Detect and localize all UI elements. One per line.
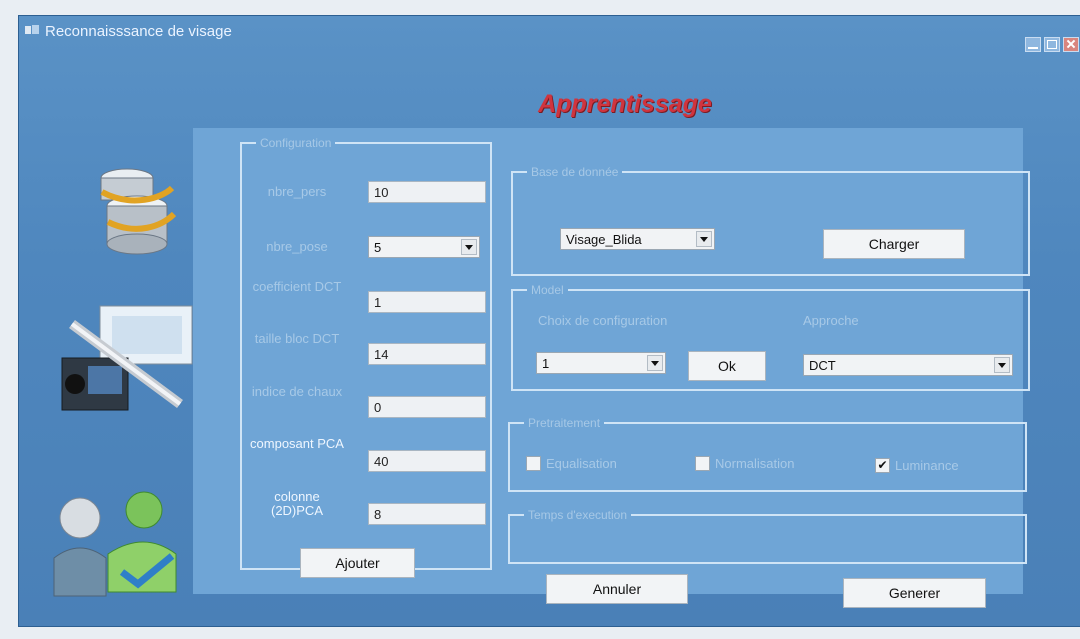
config-label: indice de chaux	[251, 384, 343, 399]
approach-label: Approche	[803, 313, 859, 328]
title-bar: Reconnaisssance de visage	[19, 16, 1080, 52]
nbre-pose-value: 5	[374, 240, 382, 255]
approach-dropdown[interactable]: DCT	[803, 354, 1013, 376]
luminance-label: Luminance	[895, 458, 959, 473]
database-group: Base de donnée	[511, 165, 1030, 276]
nbre-pose-dropdown[interactable]: 5	[368, 236, 480, 258]
config-choice-dropdown[interactable]: 1	[536, 352, 666, 374]
page-heading: Apprentissage	[538, 90, 712, 118]
minimize-button[interactable]	[1025, 37, 1041, 52]
ajouter-button[interactable]: Ajouter	[300, 548, 415, 578]
window-title: Reconnaisssance de visage	[45, 23, 232, 40]
ok-button[interactable]: Ok	[688, 351, 766, 381]
database-legend: Base de donnée	[531, 165, 619, 179]
chevron-down-icon[interactable]	[647, 355, 663, 371]
config-label: coefficient DCT	[252, 279, 342, 294]
chevron-down-icon[interactable]	[461, 239, 477, 255]
nbre-pers-field[interactable]: 10	[368, 181, 486, 203]
approach-value: DCT	[809, 358, 836, 373]
execution-time-legend: Temps d'execution	[528, 508, 628, 522]
config-label: nbre_pose	[266, 239, 328, 254]
close-button[interactable]	[1063, 37, 1079, 52]
config-label: taille bloc DCT	[254, 331, 340, 346]
taille-bloc-dct-field[interactable]: 14	[368, 343, 486, 365]
luminance-checkbox[interactable]: ✔	[875, 458, 890, 473]
database-icon	[100, 168, 177, 255]
maximize-button[interactable]	[1044, 37, 1060, 52]
config-choice-label: Choix de configuration	[538, 313, 668, 328]
composant-pca-field[interactable]: 40	[368, 450, 486, 472]
normalisation-label: Normalisation	[715, 456, 795, 471]
model-legend: Model	[531, 283, 564, 297]
database-value: Visage_Blida	[566, 232, 642, 247]
config-choice-value: 1	[542, 356, 550, 371]
users-check-icon	[53, 491, 177, 597]
preprocessing-legend: Pretraitement	[528, 416, 601, 430]
main-panel: Configuration nbre_pers 10 nbre_pose 5 c…	[193, 128, 1030, 608]
camera-pen-icon	[61, 305, 193, 411]
window-controls	[1025, 37, 1079, 52]
execution-time-group: Temps d'execution	[508, 508, 1027, 564]
normalisation-checkbox[interactable]	[695, 456, 710, 471]
equalisation-label: Equalisation	[546, 456, 617, 471]
config-label: colonne (2D)PCA	[270, 489, 323, 518]
chevron-down-icon[interactable]	[994, 357, 1010, 373]
config-label: composant PCA	[250, 436, 344, 451]
configuration-legend: Configuration	[260, 136, 332, 150]
generer-button[interactable]: Generer	[843, 578, 986, 608]
checkmark-icon: ✔	[877, 458, 888, 472]
database-dropdown[interactable]: Visage_Blida	[560, 228, 715, 250]
charger-button[interactable]: Charger	[823, 229, 965, 259]
preprocessing-group: Pretraitement	[508, 416, 1027, 492]
annuler-button[interactable]: Annuler	[546, 574, 688, 604]
equalisation-checkbox[interactable]	[526, 456, 541, 471]
colonne-2dpca-field[interactable]: 8	[368, 503, 486, 525]
config-label: nbre_pers	[267, 184, 327, 199]
app-icon	[25, 25, 39, 34]
chevron-down-icon[interactable]	[696, 231, 712, 247]
coefficient-dct-field[interactable]: 1	[368, 291, 486, 313]
indice-de-chaux-field[interactable]: 0	[368, 396, 486, 418]
